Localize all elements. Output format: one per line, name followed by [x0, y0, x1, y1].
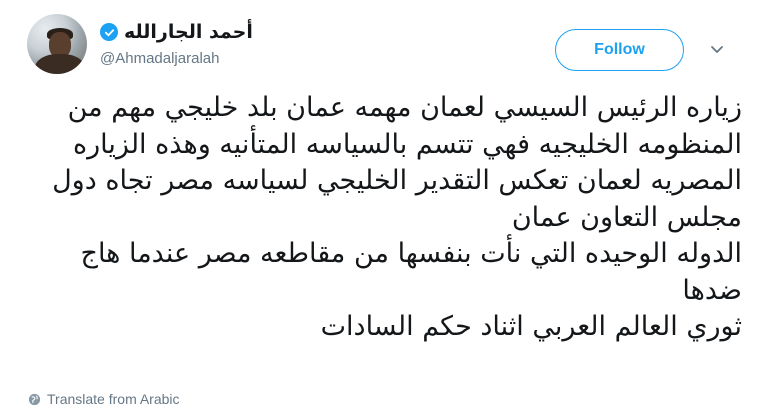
tweet-line: المنظومه الخليجيه فهي تتسم بالسياسه المت…: [73, 128, 742, 160]
translate-label[interactable]: Translate from Arabic: [47, 391, 180, 407]
tweet-line: زياره الرئيس السيسي لعمان مهمه عمان بلد …: [67, 92, 742, 123]
author-name-row[interactable]: أحمد الجارالله: [100, 18, 253, 46]
tweet-line: الدوله الوحيده التي نأت بنفسها من مقاطعه…: [80, 238, 742, 269]
translate-link[interactable]: Translate from Arabic: [28, 391, 180, 407]
chevron-down-icon[interactable]: [706, 40, 728, 60]
author-display-name[interactable]: أحمد الجارالله: [124, 21, 253, 43]
tweet-line: المصريه لعمان تعكس التقدير الخليجي لسياس…: [52, 165, 742, 196]
verified-badge-icon: [100, 23, 118, 41]
globe-icon: [28, 393, 41, 405]
tweet-line: مجلس التعاون عمان: [511, 201, 742, 233]
tweet-line: ضدها: [682, 274, 742, 306]
author-handle[interactable]: @Ahmadaljaralah: [100, 50, 219, 67]
avatar[interactable]: [27, 14, 87, 74]
tweet-text: زياره الرئيس السيسي لعمان مهمه عمان بلد …: [20, 90, 742, 346]
tweet-line: ثوري العالم العربي اثناد حكم السادات: [320, 311, 742, 342]
follow-button[interactable]: Follow: [555, 29, 684, 71]
avatar-body: [35, 54, 85, 74]
